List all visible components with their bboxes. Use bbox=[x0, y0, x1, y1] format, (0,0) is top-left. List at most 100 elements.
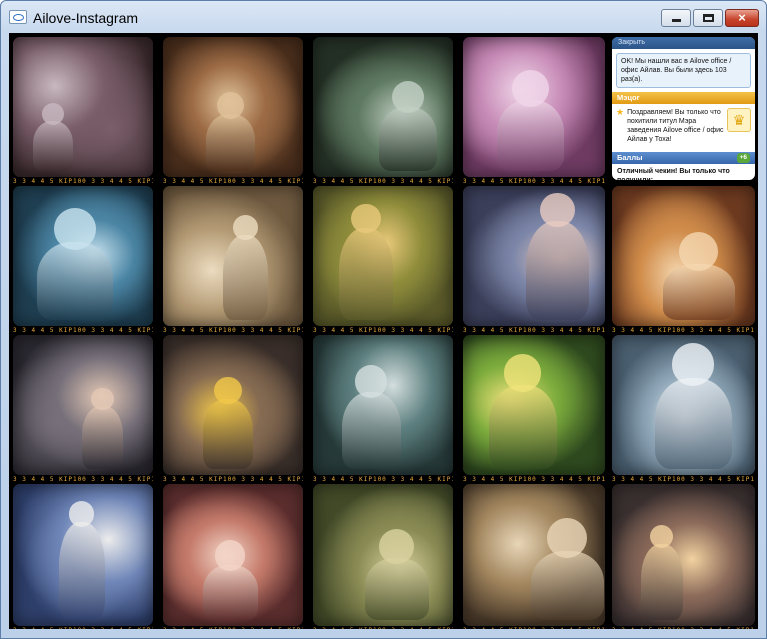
photo-highlight bbox=[41, 103, 64, 125]
film-strip: 3 3 4 4 5 KIP100 3 3 4 4 5 KIP100 4 4 5 … bbox=[313, 177, 453, 186]
photo-tile[interactable]: 3 3 4 4 5 KIP100 3 3 4 4 5 KIP100 4 4 5 … bbox=[612, 335, 755, 484]
photo-subject bbox=[655, 378, 732, 469]
app-window: Ailove-Instagram × Закрыть OK! Мы нашли … bbox=[0, 0, 767, 639]
photo-tile[interactable]: 3 3 4 4 5 KIP100 3 3 4 4 5 KIP100 4 4 5 … bbox=[13, 186, 153, 335]
points-badge: +6 bbox=[736, 153, 750, 163]
photo-highlight bbox=[511, 69, 549, 107]
photo-subject bbox=[339, 228, 393, 320]
photo-tile[interactable]: 3 3 4 4 5 KIP100 3 3 4 4 5 KIP100 4 4 5 … bbox=[463, 37, 605, 186]
photo-subject bbox=[641, 544, 683, 620]
photo-subject bbox=[342, 392, 401, 469]
photo-highlight bbox=[503, 354, 542, 392]
photo-image bbox=[163, 186, 303, 326]
film-strip: 3 3 4 4 5 KIP100 3 3 4 4 5 KIP100 4 4 5 … bbox=[463, 626, 605, 629]
photo-image bbox=[612, 335, 755, 475]
checkin-message: OK! Мы нашли вас в Ailove office / офис … bbox=[616, 53, 751, 88]
photo-subject bbox=[206, 114, 255, 171]
photo-subject bbox=[37, 242, 113, 320]
photo-highlight bbox=[350, 203, 381, 234]
photo-tile[interactable]: 3 3 4 4 5 KIP100 3 3 4 4 5 KIP100 4 4 5 … bbox=[163, 484, 303, 629]
photo-tile[interactable]: 3 3 4 4 5 KIP100 3 3 4 4 5 KIP100 4 4 5 … bbox=[612, 484, 755, 629]
window-title: Ailove-Instagram bbox=[33, 10, 139, 26]
photo-image bbox=[313, 186, 453, 326]
points-header-label: Баллы bbox=[617, 153, 643, 162]
photo-image bbox=[463, 335, 605, 475]
photo-highlight bbox=[91, 387, 114, 411]
photo-subject bbox=[489, 385, 557, 469]
film-strip: 3 3 4 4 5 KIP100 3 3 4 4 5 KIP100 4 4 5 … bbox=[163, 177, 303, 186]
minimize-icon bbox=[672, 19, 681, 22]
photo-subject bbox=[82, 406, 123, 469]
photo-highlight bbox=[354, 365, 388, 398]
photo-tile[interactable]: 3 3 4 4 5 KIP100 3 3 4 4 5 KIP100 4 4 5 … bbox=[13, 484, 153, 629]
star-icon: ★ bbox=[616, 107, 625, 117]
photo-subject bbox=[497, 100, 564, 171]
photo-image bbox=[612, 484, 755, 626]
photo-image bbox=[163, 37, 303, 177]
film-strip: 3 3 4 4 5 KIP100 3 3 4 4 5 KIP100 4 4 5 … bbox=[463, 475, 605, 484]
photo-tile[interactable]: 3 3 4 4 5 KIP100 3 3 4 4 5 KIP100 4 4 5 … bbox=[163, 37, 303, 186]
photo-subject bbox=[365, 558, 429, 620]
photo-subject bbox=[663, 264, 735, 320]
notification-close-link[interactable]: Закрыть bbox=[612, 37, 755, 49]
close-button[interactable]: × bbox=[725, 9, 759, 27]
film-strip: 3 3 4 4 5 KIP100 3 3 4 4 5 KIP100 4 4 5 … bbox=[612, 326, 755, 335]
photo-tile[interactable]: 3 3 4 4 5 KIP100 3 3 4 4 5 KIP100 4 4 5 … bbox=[13, 37, 153, 186]
photo-image bbox=[463, 186, 605, 326]
photo-tile[interactable]: 3 3 4 4 5 KIP100 3 3 4 4 5 KIP100 4 4 5 … bbox=[463, 186, 605, 335]
photo-subject bbox=[203, 399, 253, 469]
crown-icon: ♛ bbox=[727, 108, 751, 132]
film-strip: 3 3 4 4 5 KIP100 3 3 4 4 5 KIP100 4 4 5 … bbox=[612, 475, 755, 484]
film-strip: 3 3 4 4 5 KIP100 3 3 4 4 5 KIP100 4 4 5 … bbox=[13, 177, 153, 186]
photo-image bbox=[13, 335, 153, 475]
photo-tile[interactable]: 3 3 4 4 5 KIP100 3 3 4 4 5 KIP100 4 4 5 … bbox=[313, 484, 453, 629]
film-strip: 3 3 4 4 5 KIP100 3 3 4 4 5 KIP100 4 4 5 … bbox=[163, 626, 303, 629]
foursquare-notification: Закрыть OK! Мы нашли вас в Ailove office… bbox=[612, 37, 755, 180]
photo-tile[interactable]: 3 3 4 4 5 KIP100 3 3 4 4 5 KIP100 4 4 5 … bbox=[463, 484, 605, 629]
photo-subject bbox=[526, 221, 589, 320]
mayor-header: Мэцor bbox=[612, 92, 755, 104]
photo-highlight bbox=[539, 192, 575, 228]
photo-highlight bbox=[69, 501, 95, 527]
film-strip: 3 3 4 4 5 KIP100 3 3 4 4 5 KIP100 4 4 5 … bbox=[612, 626, 755, 629]
points-message: Отличный чекин! Вы только что получили: bbox=[617, 168, 730, 180]
photo-subject bbox=[203, 565, 258, 620]
photo-tile[interactable]: 3 3 4 4 5 KIP100 3 3 4 4 5 KIP100 4 4 5 … bbox=[163, 186, 303, 335]
photo-tile[interactable]: 3 3 4 4 5 KIP100 3 3 4 4 5 KIP100 4 4 5 … bbox=[13, 335, 153, 484]
photo-image bbox=[313, 37, 453, 177]
film-strip: 3 3 4 4 5 KIP100 3 3 4 4 5 KIP100 4 4 5 … bbox=[463, 177, 605, 186]
photo-tile[interactable]: 3 3 4 4 5 KIP100 3 3 4 4 5 KIP100 4 4 5 … bbox=[313, 37, 453, 186]
close-icon: × bbox=[738, 10, 746, 25]
photo-image bbox=[163, 484, 303, 626]
film-strip: 3 3 4 4 5 KIP100 3 3 4 4 5 KIP100 4 4 5 … bbox=[163, 475, 303, 484]
photo-highlight bbox=[214, 376, 242, 404]
photo-highlight bbox=[216, 91, 244, 119]
film-strip: 3 3 4 4 5 KIP100 3 3 4 4 5 KIP100 4 4 5 … bbox=[13, 475, 153, 484]
film-strip: 3 3 4 4 5 KIP100 3 3 4 4 5 KIP100 4 4 5 … bbox=[313, 326, 453, 335]
photo-tile[interactable]: 3 3 4 4 5 KIP100 3 3 4 4 5 KIP100 4 4 5 … bbox=[163, 335, 303, 484]
photo-image bbox=[313, 335, 453, 475]
photo-image bbox=[463, 37, 605, 177]
film-strip: 3 3 4 4 5 KIP100 3 3 4 4 5 KIP100 4 4 5 … bbox=[313, 626, 453, 629]
film-strip: 3 3 4 4 5 KIP100 3 3 4 4 5 KIP100 4 4 5 … bbox=[163, 326, 303, 335]
photo-image bbox=[163, 335, 303, 475]
mayor-header-label: Мэцor bbox=[617, 93, 640, 102]
minimize-button[interactable] bbox=[661, 9, 691, 27]
points-header: Баллы +6 bbox=[612, 152, 755, 164]
app-icon bbox=[9, 10, 27, 24]
photo-highlight bbox=[53, 207, 96, 250]
title-bar[interactable]: Ailove-Instagram × bbox=[1, 1, 766, 35]
maximize-icon bbox=[703, 14, 714, 22]
mayor-message: Поздравляем! Вы только что похитили титу… bbox=[627, 109, 724, 143]
mayor-row: ★ Поздравляем! Вы только что похитили ти… bbox=[612, 104, 755, 148]
photo-tile[interactable]: 3 3 4 4 5 KIP100 3 3 4 4 5 KIP100 4 4 5 … bbox=[313, 186, 453, 335]
photo-subject bbox=[33, 121, 73, 171]
photo-tile[interactable]: 3 3 4 4 5 KIP100 3 3 4 4 5 KIP100 4 4 5 … bbox=[313, 335, 453, 484]
maximize-button[interactable] bbox=[693, 9, 723, 27]
film-strip: 3 3 4 4 5 KIP100 3 3 4 4 5 KIP100 4 4 5 … bbox=[13, 326, 153, 335]
photo-image bbox=[313, 484, 453, 626]
photo-highlight bbox=[391, 80, 424, 113]
photo-tile[interactable]: 3 3 4 4 5 KIP100 3 3 4 4 5 KIP100 4 4 5 … bbox=[463, 335, 605, 484]
photo-tile[interactable]: 3 3 4 4 5 KIP100 3 3 4 4 5 KIP100 4 4 5 … bbox=[612, 186, 755, 335]
photo-highlight bbox=[232, 214, 258, 240]
